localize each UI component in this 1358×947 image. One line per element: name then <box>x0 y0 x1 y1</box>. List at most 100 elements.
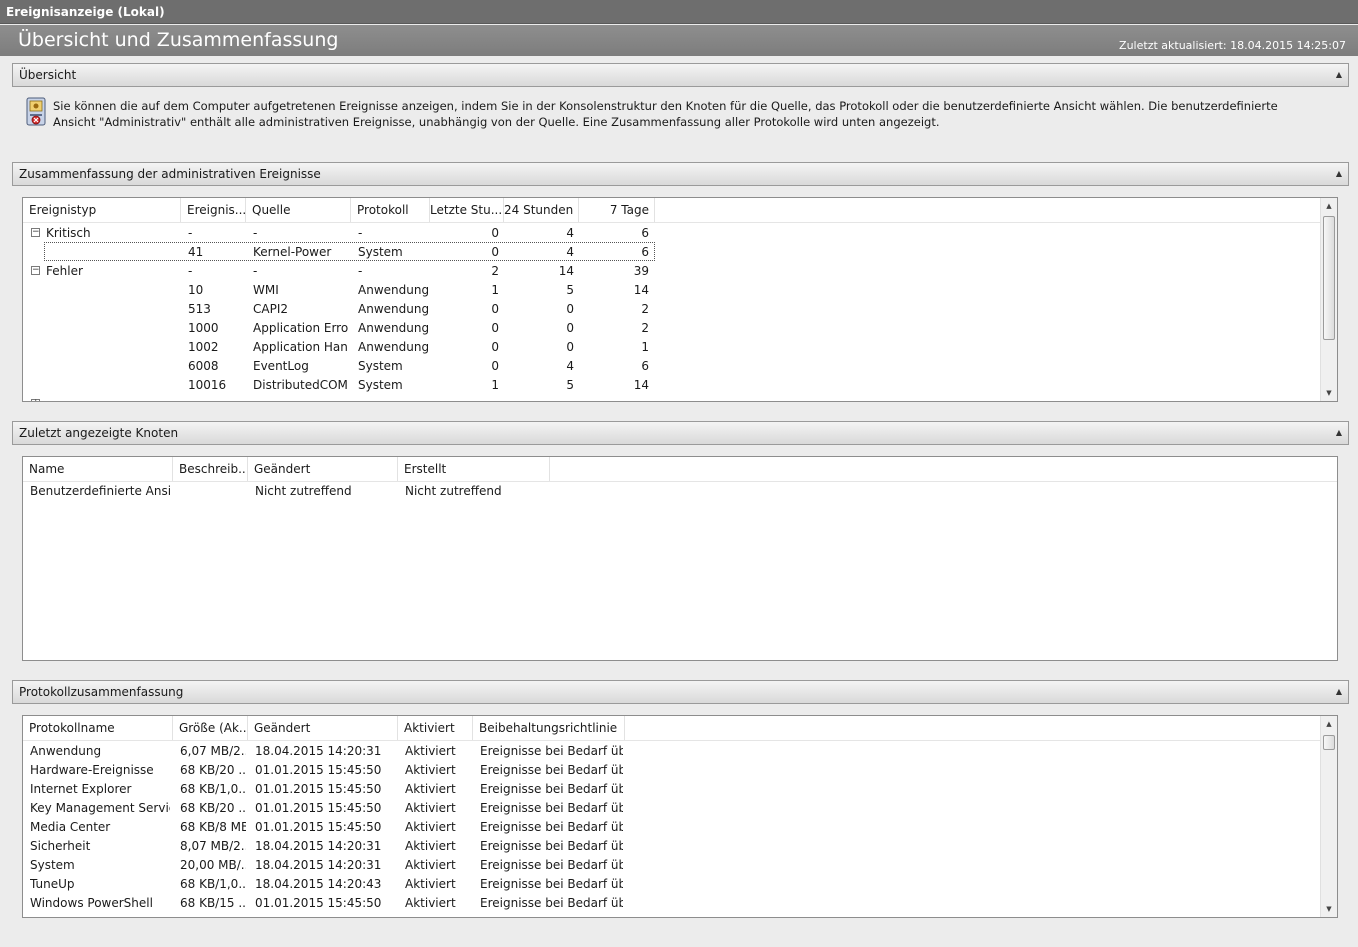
log-enabled: Aktiviert <box>405 744 456 758</box>
log-enabled: Aktiviert <box>405 858 456 872</box>
log-name[interactable]: Windows PowerShell <box>30 894 170 913</box>
log-retention-policy: Ereignisse bei Bedarf üb... <box>480 801 623 815</box>
event-log: - <box>358 264 363 278</box>
admin-events-scrollbar[interactable]: ▲ ▼ <box>1320 198 1337 401</box>
log-name[interactable]: Sicherheit <box>30 837 170 856</box>
log-name[interactable]: Hardware-Ereignisse <box>30 761 170 780</box>
event-24-hours: 5 <box>566 283 574 297</box>
column-header-event-id[interactable]: Ereignis... <box>181 198 246 222</box>
log-summary-list[interactable]: Protokollname Größe (Ak... Geändert Akti… <box>22 715 1338 918</box>
recent-node-changed: Nicht zutreffend <box>255 484 352 498</box>
event-last-hour: 0 <box>491 340 499 354</box>
event-last-hour: 1 <box>491 378 499 392</box>
event-id: 10016 <box>188 378 227 392</box>
log-name[interactable]: Media Center <box>30 818 170 837</box>
log-enabled: Aktiviert <box>405 839 456 853</box>
column-header-24-hours[interactable]: 24 Stunden <box>504 198 579 222</box>
log-retention-policy: Ereignisse bei Bedarf üb... <box>480 763 623 777</box>
tree-plus-icon[interactable]: + <box>31 399 40 401</box>
column-header-enabled[interactable]: Aktiviert <box>398 716 473 740</box>
event-last-hour: 1 <box>491 283 499 297</box>
scroll-down-icon[interactable]: ▼ <box>1321 901 1337 917</box>
event-7-days: 14 <box>633 283 649 297</box>
log-size: 68 KB/20 ... <box>180 763 246 777</box>
column-header-name[interactable]: Name <box>23 457 173 481</box>
admin-events-list[interactable]: Ereignistyp Ereignis... Quelle Protokoll… <box>22 197 1338 402</box>
log-name[interactable]: Internet Explorer <box>30 780 170 799</box>
recent-node-name[interactable]: Benutzerdefinierte Ansic... <box>30 482 170 501</box>
column-header-created[interactable]: Erstellt <box>398 457 550 481</box>
admin-events-section-header[interactable]: Zusammenfassung der administrativen Erei… <box>12 162 1349 186</box>
log-changed: 01.01.2015 15:45:50 <box>255 782 382 796</box>
log-size: 68 KB/1,0... <box>180 782 246 796</box>
last-updated: Zuletzt aktualisiert: 18.04.2015 14:25:0… <box>1119 39 1346 52</box>
recent-nodes-list[interactable]: Name Beschreib... Geändert Erstellt Benu… <box>22 456 1338 661</box>
event-7-days: 6 <box>641 245 649 259</box>
log-summary-section-header[interactable]: Protokollzusammenfassung ▲ <box>12 680 1349 704</box>
log-size: 68 KB/8 MB <box>180 820 246 834</box>
event-source: EventLog <box>253 359 309 373</box>
event-last-hour: 0 <box>491 359 499 373</box>
log-name[interactable]: Key Management Service <box>30 799 170 818</box>
recent-nodes-section-header[interactable]: Zuletzt angezeigte Knoten ▲ <box>12 421 1349 445</box>
event-source: Application Hang <box>253 340 348 354</box>
column-header-changed[interactable]: Geändert <box>248 716 398 740</box>
column-header-7-days[interactable]: 7 Tage <box>579 198 655 222</box>
collapse-arrow-icon[interactable]: ▲ <box>1336 64 1342 86</box>
column-header-log-name[interactable]: Protokollname <box>23 716 173 740</box>
column-header-log[interactable]: Protokoll <box>351 198 430 222</box>
log-changed: 01.01.2015 15:45:50 <box>255 763 382 777</box>
column-header-size[interactable]: Größe (Ak... <box>173 716 248 740</box>
log-size: 8,07 MB/2... <box>180 839 246 853</box>
event-7-days: 2 <box>641 321 649 335</box>
column-header-changed[interactable]: Geändert <box>248 457 398 481</box>
page-header: Übersicht und Zusammenfassung Zuletzt ak… <box>0 25 1358 56</box>
event-7-days: 39 <box>633 264 649 278</box>
column-header-source[interactable]: Quelle <box>246 198 351 222</box>
scroll-down-icon[interactable]: ▼ <box>1321 385 1337 401</box>
event-source: Application Error <box>253 321 348 335</box>
log-enabled: Aktiviert <box>405 782 456 796</box>
event-log: Anwendung <box>358 321 428 335</box>
log-name[interactable]: Anwendung <box>30 742 170 761</box>
event-7-days: 6 <box>641 359 649 373</box>
log-summary-scrollbar[interactable]: ▲ ▼ <box>1320 716 1337 917</box>
recent-node-description <box>180 482 245 501</box>
log-retention-policy: Ereignisse bei Bedarf üb... <box>480 858 623 872</box>
log-enabled: Aktiviert <box>405 763 456 777</box>
log-size: 68 KB/20 ... <box>180 801 246 815</box>
tree-minus-icon[interactable]: − <box>31 228 40 237</box>
window-title: Ereignisanzeige (Lokal) <box>0 0 1358 24</box>
event-log: System <box>358 378 403 392</box>
overview-section-header[interactable]: Übersicht ▲ <box>12 63 1349 87</box>
event-id: 6008 <box>188 359 219 373</box>
admin-events-section-title: Zusammenfassung der administrativen Erei… <box>19 167 321 181</box>
event-id: 513 <box>188 302 211 316</box>
column-header-retention-policy[interactable]: Beibehaltungsrichtlinie <box>473 716 625 740</box>
column-header-last-hour[interactable]: Letzte Stu... <box>430 198 504 222</box>
log-retention-policy: Ereignisse bei Bedarf üb... <box>480 896 623 910</box>
log-name[interactable]: System <box>30 856 170 875</box>
log-enabled: Aktiviert <box>405 877 456 891</box>
scroll-up-icon[interactable]: ▲ <box>1321 716 1337 732</box>
overview-description: Sie können die auf dem Computer aufgetre… <box>53 99 1278 129</box>
event-type-group[interactable]: Kritisch <box>46 224 176 243</box>
header-divider <box>23 740 1321 741</box>
event-log: System <box>358 359 403 373</box>
scroll-thumb[interactable] <box>1323 216 1335 340</box>
scroll-thumb[interactable] <box>1323 735 1335 750</box>
event-type-group[interactable]: Fehler <box>46 262 176 281</box>
event-24-hours: 4 <box>566 226 574 240</box>
log-name[interactable]: TuneUp <box>30 875 170 894</box>
log-changed: 18.04.2015 14:20:43 <box>255 877 382 891</box>
column-header-description[interactable]: Beschreib... <box>173 457 248 481</box>
scroll-up-icon[interactable]: ▲ <box>1321 198 1337 214</box>
tree-minus-icon[interactable]: − <box>31 266 40 275</box>
column-header-event-type[interactable]: Ereignistyp <box>23 198 181 222</box>
event-7-days: 6 <box>641 226 649 240</box>
event-7-days: 1 <box>641 340 649 354</box>
collapse-arrow-icon[interactable]: ▲ <box>1336 163 1342 185</box>
collapse-arrow-icon[interactable]: ▲ <box>1336 681 1342 703</box>
collapse-arrow-icon[interactable]: ▲ <box>1336 422 1342 444</box>
log-enabled: Aktiviert <box>405 801 456 815</box>
